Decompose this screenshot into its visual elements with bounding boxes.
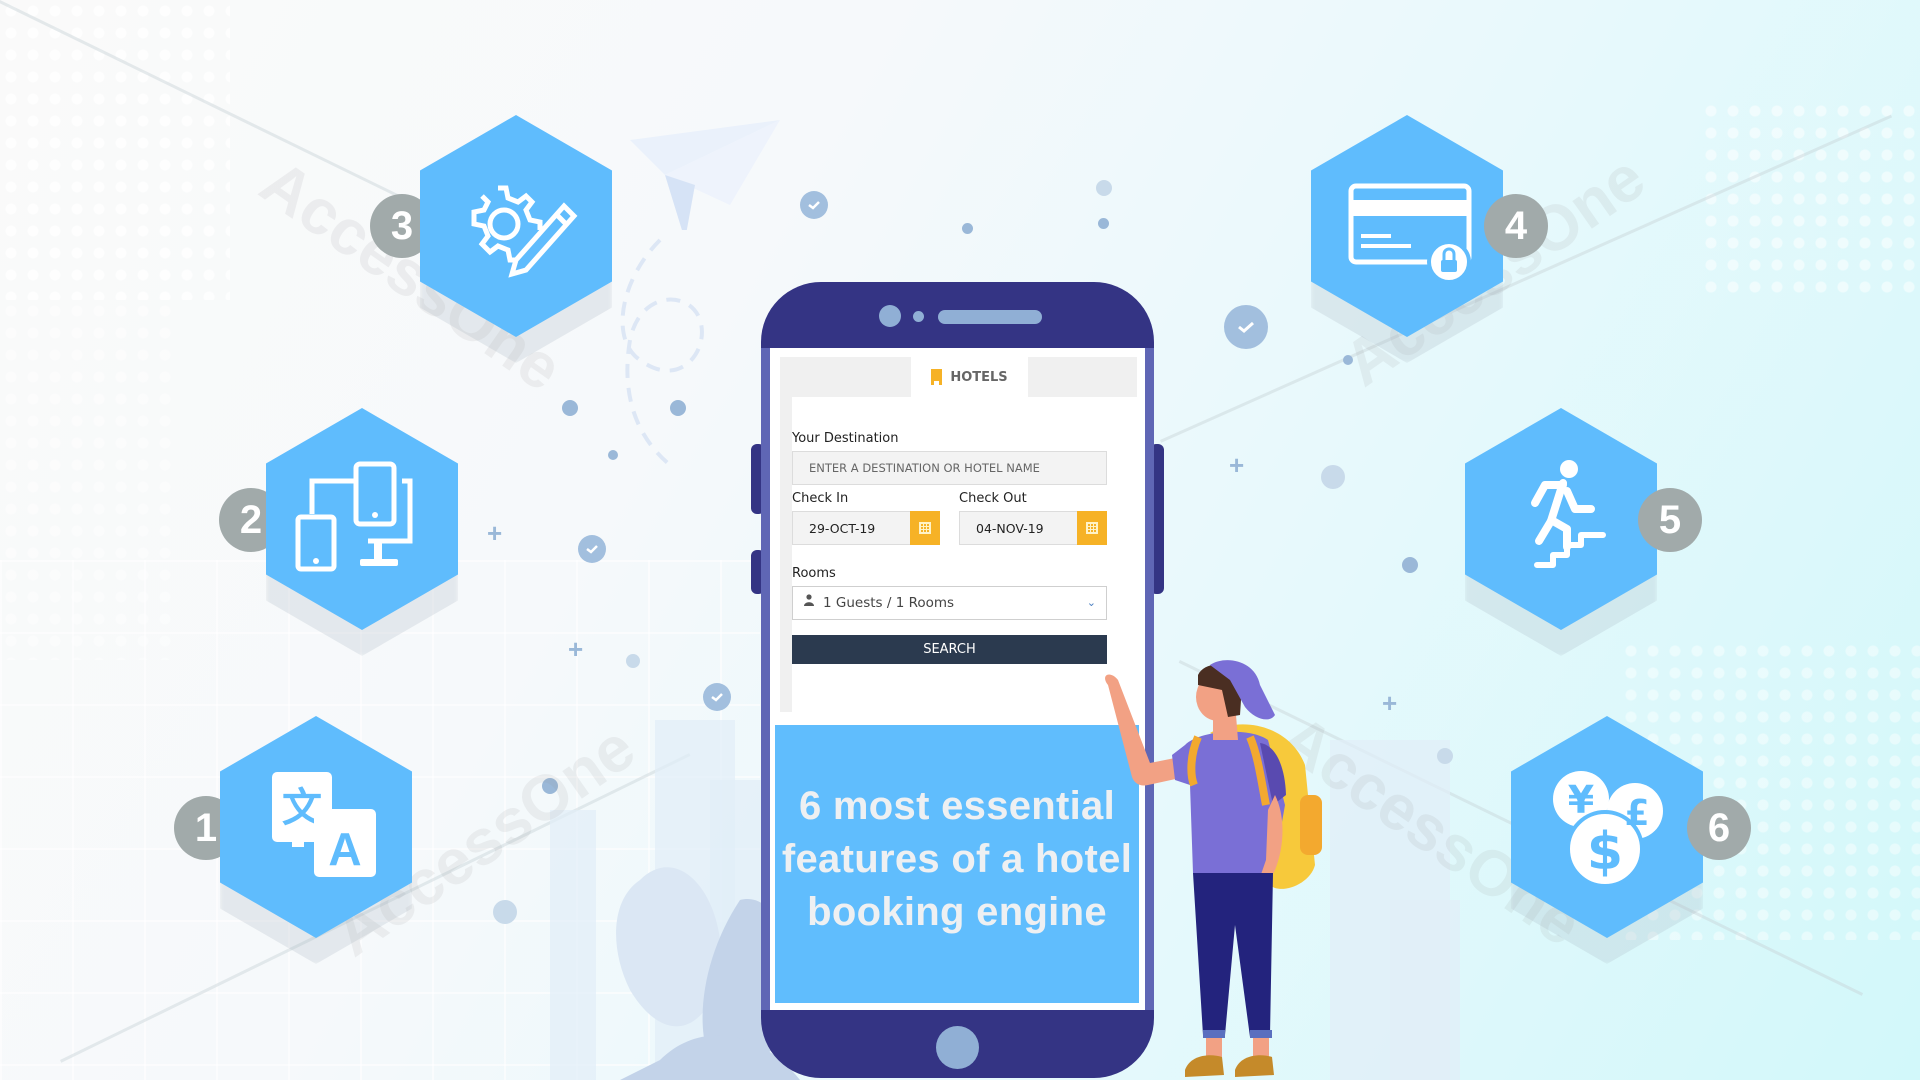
phone-sensor — [913, 311, 924, 322]
checkin-calendar-button[interactable] — [910, 511, 940, 545]
rooms-guests-select[interactable]: 1 Guests / 1 Rooms ⌄ — [792, 586, 1107, 620]
phone-screen: HOTELS Your Destination ENTER A DESTINAT… — [770, 348, 1145, 1010]
building-silhouette — [1390, 900, 1460, 1080]
svg-text:$: $ — [1587, 822, 1623, 882]
check-circle-icon — [578, 535, 606, 563]
bubble-dot — [1321, 465, 1345, 489]
bubble-dot — [626, 654, 640, 668]
bubble-dot — [1343, 355, 1353, 365]
gear-pencil-icon — [471, 185, 578, 278]
destination-input[interactable]: ENTER A DESTINATION OR HOTEL NAME — [792, 451, 1107, 485]
hotel-building-icon — [931, 369, 943, 385]
person-climbing-stairs-icon — [1531, 460, 1606, 568]
bubble-dot — [493, 900, 517, 924]
translate-language-icon: 文 A — [272, 772, 376, 877]
tab-hotels-label: HOTELS — [950, 369, 1008, 385]
headline-line-1: 6 most essential — [798, 784, 1116, 828]
bubble-dot — [670, 400, 686, 416]
dot-pattern — [1700, 100, 1920, 300]
feature-number-badge: 4 — [1484, 194, 1548, 258]
svg-text:£: £ — [1624, 793, 1649, 834]
rooms-guests-value: 1 Guests / 1 Rooms — [823, 595, 955, 611]
headline-panel: 6 most essential features of a hotel boo… — [773, 723, 1141, 1005]
feature-hexagon-customization — [420, 115, 612, 363]
tab-hotels[interactable]: HOTELS — [911, 357, 1028, 397]
building-silhouette — [550, 810, 596, 1080]
bubble-dot — [1402, 557, 1418, 573]
calendar-icon — [1086, 522, 1098, 534]
checkin-label: Check In — [792, 491, 849, 506]
checkout-date-value: 04-NOV-19 — [976, 520, 1044, 536]
responsive-devices-icon — [295, 461, 413, 572]
plus-decoration: + — [1382, 688, 1398, 718]
check-circle-icon — [800, 191, 828, 219]
secure-credit-card-icon — [1348, 183, 1472, 284]
booking-tab-bar: HOTELS — [780, 357, 1137, 397]
svg-text:¥: ¥ — [1568, 778, 1594, 822]
plus-decoration: + — [1229, 450, 1245, 480]
feature-hexagon-responsive — [266, 408, 458, 656]
diagonal-line — [1160, 114, 1893, 443]
hotel-search-form: Your Destination ENTER A DESTINATION OR … — [792, 397, 1137, 712]
checkout-label: Check Out — [959, 491, 1027, 506]
feature-hexagon-multilingual: 文 A — [220, 716, 412, 964]
check-circle-icon — [703, 683, 731, 711]
feature-hexagon-multi-currency: ¥ £ $ — [1511, 716, 1703, 964]
feature-hexagon-secure-payment — [1311, 115, 1503, 363]
feature-hexagon-easy-booking — [1465, 408, 1657, 656]
dashed-flight-path — [620, 238, 704, 467]
destination-label: Your Destination — [792, 431, 899, 446]
phone-camera — [879, 305, 901, 327]
headline-line-3: booking engine — [807, 890, 1107, 934]
svg-text:A: A — [328, 823, 361, 875]
rooms-label: Rooms — [792, 566, 836, 581]
bubble-dot — [562, 400, 578, 416]
checkout-calendar-button[interactable] — [1077, 511, 1107, 545]
building-silhouette — [655, 720, 735, 1080]
traveler-character-illustration — [1105, 660, 1322, 1077]
phone-home-button — [936, 1026, 979, 1069]
bubble-dot — [1096, 180, 1112, 196]
bubble-dot — [608, 450, 618, 460]
bubble-dot — [542, 778, 558, 794]
bubble-dot — [1437, 748, 1453, 764]
headline-line-2: features of a hotel — [781, 837, 1133, 881]
multi-currency-icon: ¥ £ $ — [1553, 771, 1663, 887]
calendar-icon — [919, 522, 931, 534]
plus-decoration: + — [487, 518, 503, 548]
dot-pattern — [0, 300, 180, 660]
dot-pattern — [0, 0, 230, 300]
bubble-dot — [1098, 218, 1109, 229]
checkin-date-input[interactable]: 29-OCT-19 — [792, 511, 940, 545]
phone-speaker — [938, 310, 1042, 324]
bubble-dot — [962, 223, 973, 234]
chevron-down-icon: ⌄ — [1086, 596, 1096, 609]
plus-decoration: + — [568, 634, 584, 664]
paper-plane-decoration — [630, 120, 780, 230]
checkin-date-value: 29-OCT-19 — [809, 520, 876, 536]
headline-title: 6 most essential features of a hotel boo… — [775, 780, 1139, 939]
feature-number-badge: 5 — [1638, 488, 1702, 552]
check-circle-icon — [1224, 305, 1268, 349]
search-button[interactable]: SEARCH — [792, 635, 1107, 664]
checkout-date-input[interactable]: 04-NOV-19 — [959, 511, 1107, 545]
person-icon — [804, 594, 814, 606]
feature-number-badge: 6 — [1687, 796, 1751, 860]
